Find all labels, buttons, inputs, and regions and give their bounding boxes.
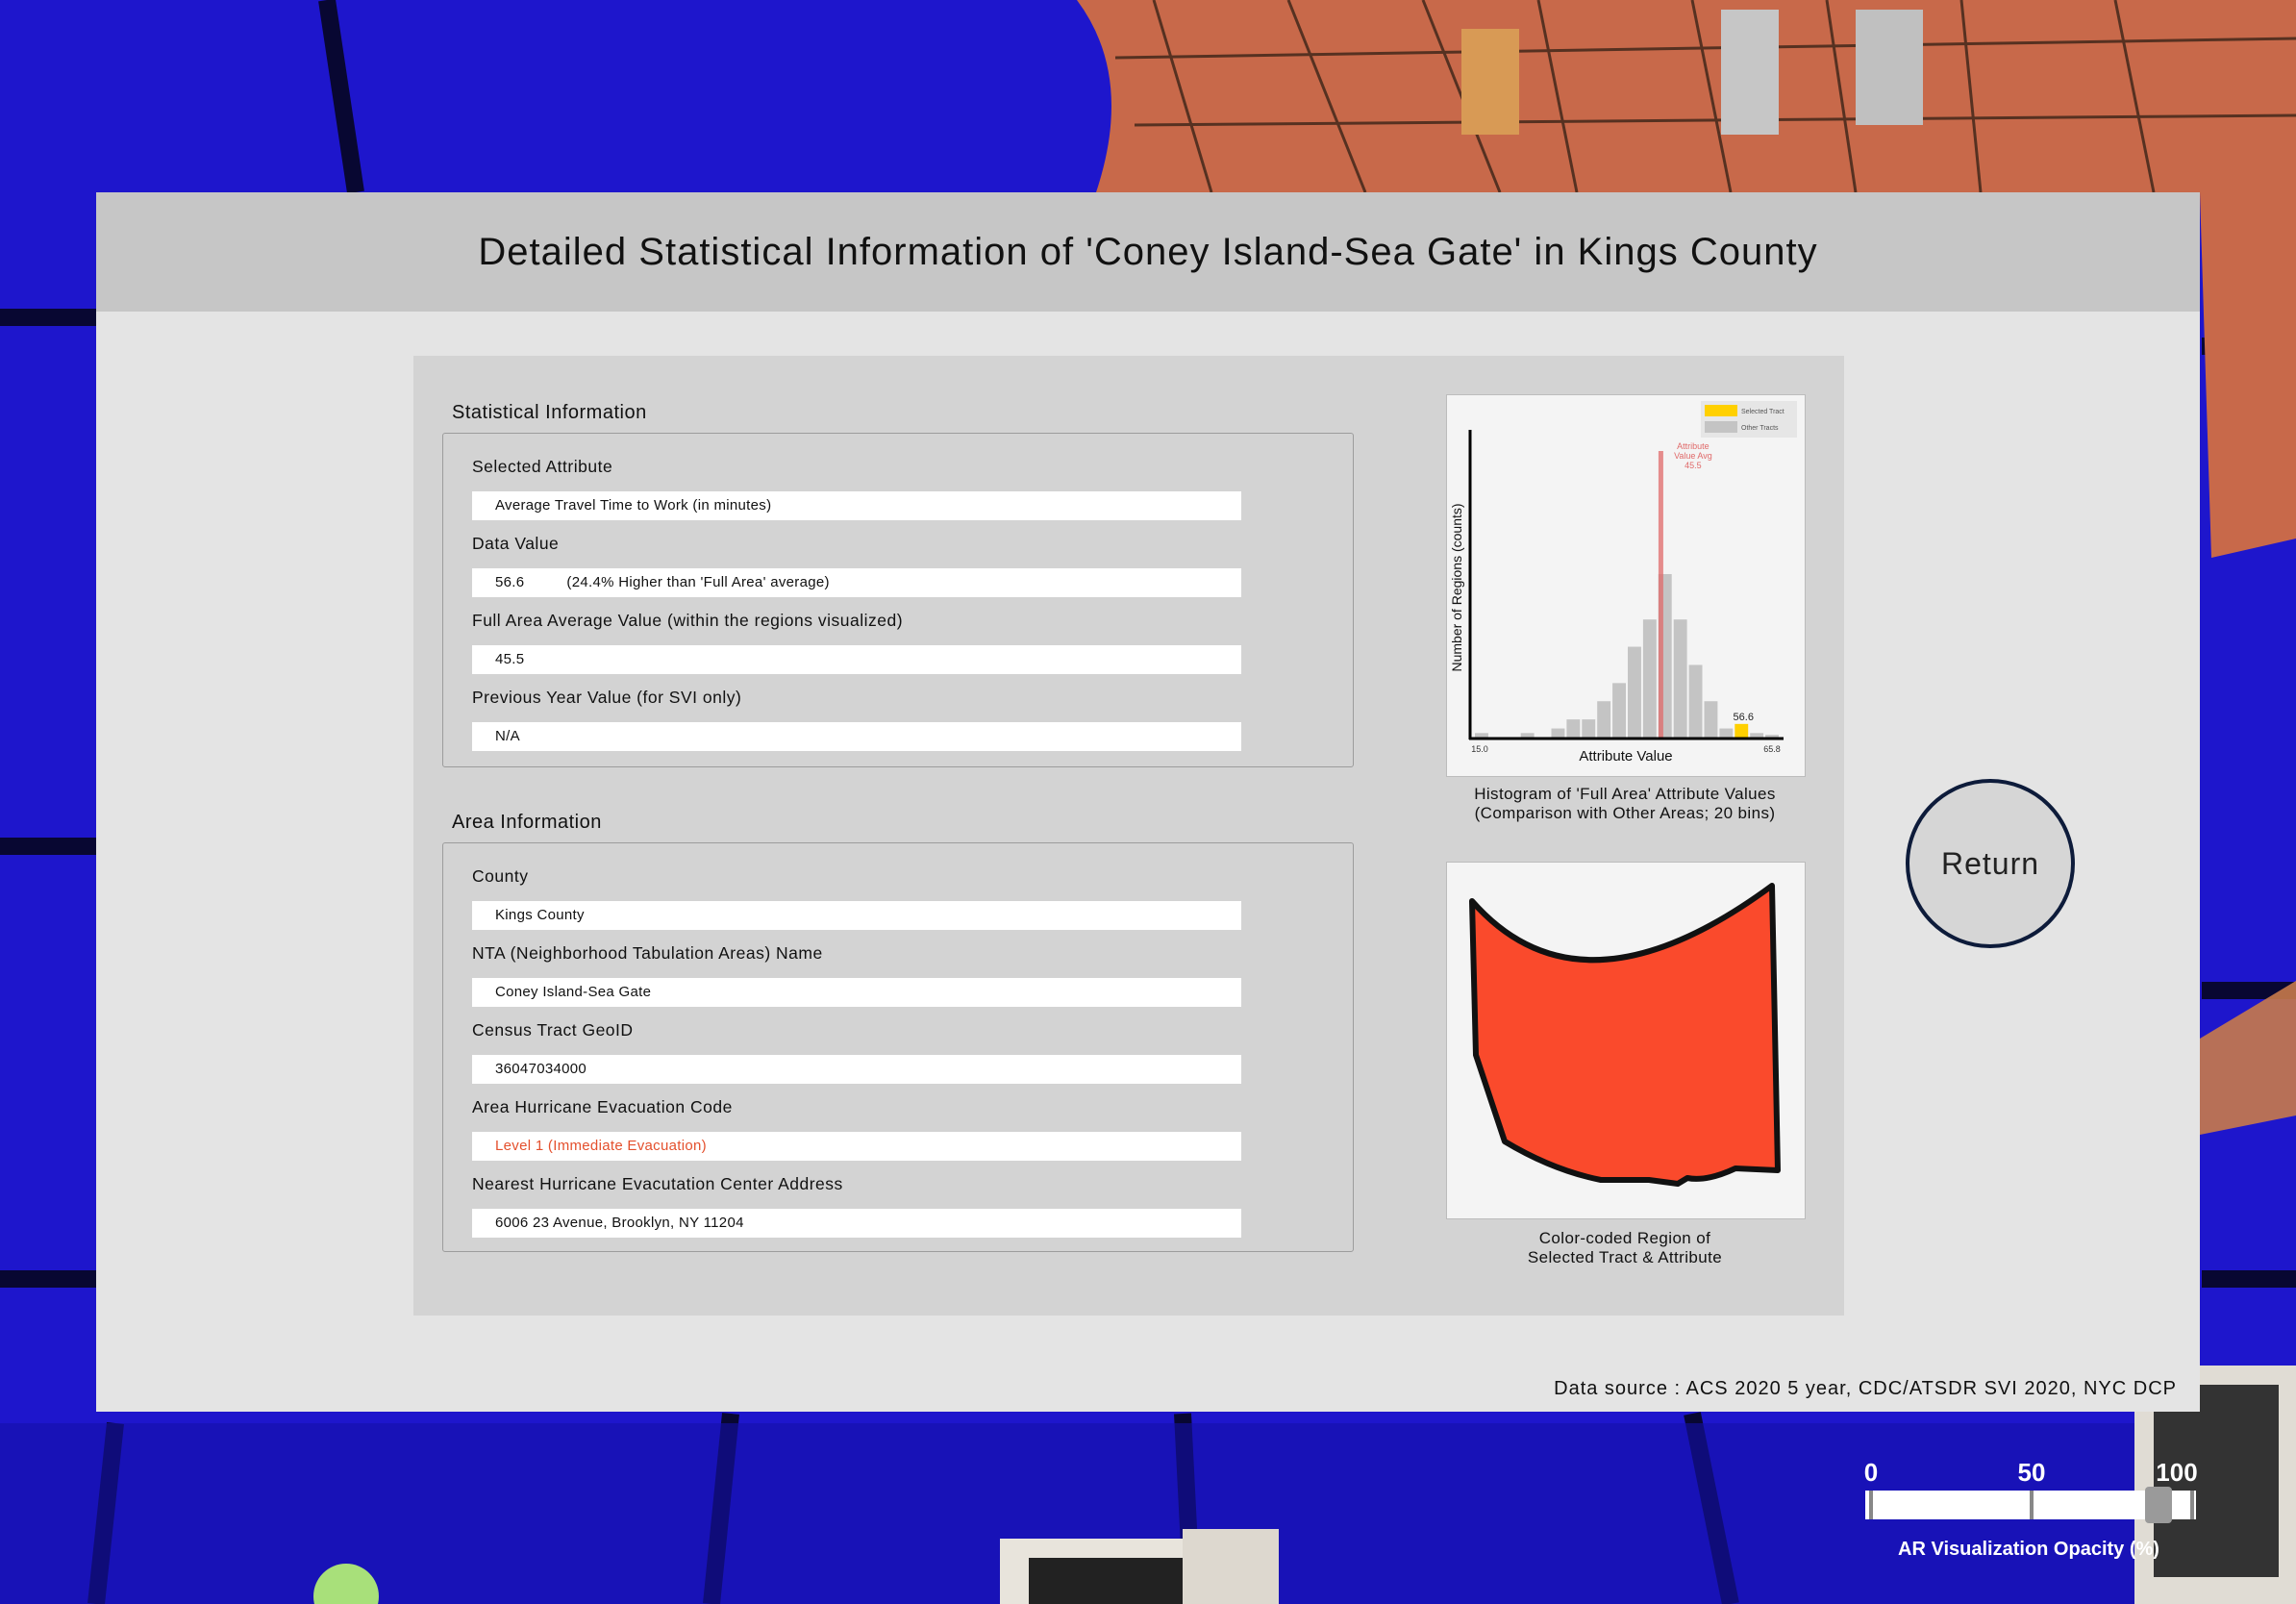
data-value-label: Data Value (472, 534, 560, 553)
histogram-caption-line1: Histogram of 'Full Area' Attribute Value… (1474, 785, 1776, 803)
evacuation-center-label: Nearest Hurricane Evacutation Center Add… (472, 1174, 843, 1193)
statistical-info-title: Statistical Information (452, 402, 647, 423)
county-label: County (472, 866, 529, 886)
previous-year-value: N/A (472, 722, 1241, 751)
histogram-caption: Histogram of 'Full Area' Attribute Value… (1446, 785, 1804, 823)
selected-attribute-label: Selected Attribute (472, 457, 613, 476)
chart-legend: Selected Tract Other Tracts (1701, 401, 1797, 438)
histogram-bar (1475, 733, 1488, 738)
area-info-group: County Kings County NTA (Neighborhood Ta… (442, 842, 1354, 1252)
histogram-chart: Selected Tract Other Tracts 56.6 Attribu… (1449, 401, 1797, 764)
legend-label-selected: Selected Tract (1741, 409, 1784, 415)
full-area-average-label: Full Area Average Value (within the regi… (472, 611, 904, 630)
slider-mark-50 (2030, 1491, 2034, 1519)
histogram-bar (1582, 719, 1596, 738)
slider-mark-100 (2190, 1491, 2194, 1519)
nta-name-value: Coney Island-Sea Gate (472, 978, 1241, 1007)
return-button[interactable]: Return (1906, 779, 2075, 948)
data-value-field: 56.6 (24.4% Higher than 'Full Area' avera… (472, 568, 1241, 597)
y-axis-label: Number of Regions (counts) (1449, 503, 1464, 671)
geoid-label: Census Tract GeoID (472, 1020, 634, 1040)
region-map-caption: Color-coded Region of Selected Tract & A… (1446, 1229, 1804, 1267)
slider-mark-0 (1869, 1491, 1873, 1519)
county-value: Kings County (472, 901, 1241, 930)
data-source: Data source : ACS 2020 5 year, CDC/ATSDR… (1554, 1378, 2177, 1399)
histogram-bar (1597, 701, 1611, 738)
histogram-bar-selected (1734, 723, 1749, 738)
return-button-label: Return (1940, 845, 2040, 881)
selected-attribute-value: Average Travel Time to Work (in minutes) (472, 491, 1241, 520)
slider-tick-100: 100 (2156, 1458, 2198, 1487)
histogram-bar (1642, 619, 1657, 738)
evacuation-code-value: Level 1 (Immediate Evacuation) (472, 1132, 1241, 1161)
region-map (1469, 883, 1781, 1187)
average-label: Value Avg (1674, 451, 1712, 461)
panel-header: Detailed Statistical Information of 'Con… (96, 192, 2200, 312)
histogram-bar (1688, 664, 1703, 738)
region-map-figure (1446, 862, 1806, 1219)
evacuation-center-value: 6006 23 Avenue, Brooklyn, NY 11204 (472, 1209, 1241, 1238)
detail-panel: Detailed Statistical Information of 'Con… (96, 192, 2200, 1412)
nta-name-label: NTA (Neighborhood Tabulation Areas) Name (472, 943, 823, 963)
opacity-slider[interactable]: 0 50 100 AR Visualization Opacity (%) (1856, 1452, 2202, 1567)
region-map-caption-line1: Color-coded Region of (1538, 1229, 1711, 1247)
legend-label-other: Other Tracts (1741, 425, 1779, 432)
histogram-bar (1551, 728, 1565, 738)
histogram-bar (1628, 646, 1641, 738)
geoid-value: 36047034000 (472, 1055, 1241, 1084)
evacuation-code-label: Area Hurricane Evacuation Code (472, 1097, 733, 1116)
average-label: 45.5 (1685, 461, 1702, 470)
histogram-bar (1719, 728, 1734, 738)
histogram-caption-line2: (Comparison with Other Areas; 20 bins) (1474, 804, 1776, 822)
x-max-tick: 65.8 (1763, 744, 1781, 754)
average-line (1658, 451, 1663, 738)
slider-tick-50: 50 (2017, 1458, 2046, 1487)
legend-swatch-other (1705, 421, 1737, 433)
x-min-tick: 15.0 (1471, 744, 1488, 754)
selected-tract-shape (1469, 883, 1781, 1187)
histogram-bar (1750, 733, 1764, 738)
statistical-info-group: Selected Attribute Average Travel Time t… (442, 433, 1354, 767)
selected-value-label: 56.6 (1734, 712, 1754, 723)
data-value-comparison: (24.4% Higher than 'Full Area' average) (566, 574, 830, 590)
region-map-caption-line2: Selected Tract & Attribute (1527, 1248, 1723, 1266)
histogram-bar (1612, 683, 1626, 738)
content-area: Statistical Information Selected Attribu… (413, 356, 1844, 1316)
histogram-figure: Selected Tract Other Tracts 56.6 Attribu… (1446, 394, 1806, 777)
slider-tick-0: 0 (1863, 1458, 1879, 1487)
slider-thumb[interactable] (2144, 1487, 2172, 1523)
x-axis-label: Attribute Value (1579, 748, 1672, 764)
previous-year-label: Previous Year Value (for SVI only) (472, 688, 742, 707)
histogram-bar (1566, 719, 1581, 738)
histogram-bar (1673, 619, 1687, 738)
data-value: 56.6 (495, 574, 525, 590)
average-label: Attribute (1677, 441, 1710, 451)
full-area-average-value: 45.5 (472, 645, 1241, 674)
histogram-bar (1704, 701, 1718, 738)
legend-swatch-selected (1705, 405, 1737, 416)
histogram-bar (1520, 733, 1535, 738)
slider-caption: AR Visualization Opacity (%) (1898, 1539, 2159, 1560)
panel-title: Detailed Statistical Information of 'Con… (478, 230, 1818, 273)
area-info-title: Area Information (452, 812, 602, 833)
